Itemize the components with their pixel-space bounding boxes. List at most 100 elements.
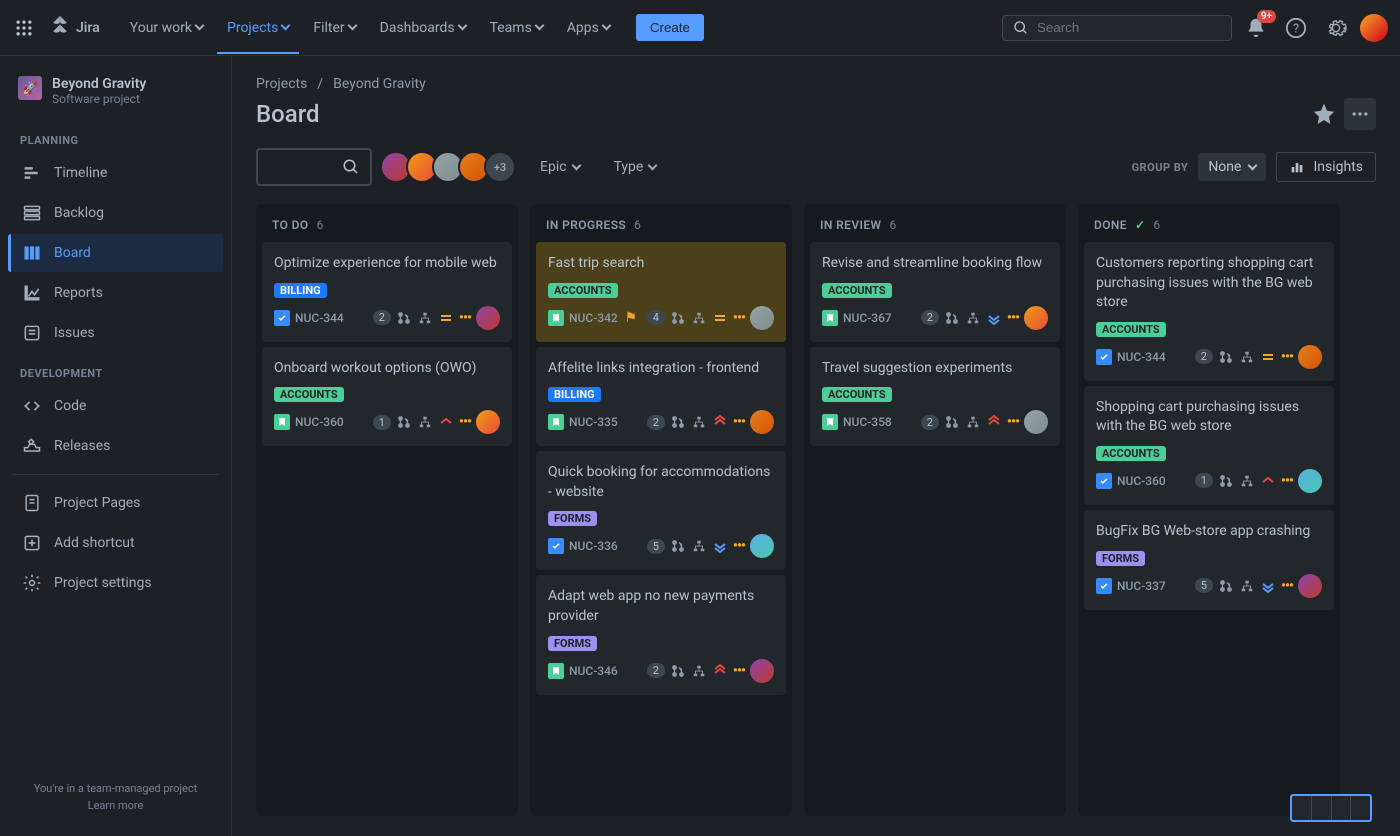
assignee-avatar[interactable] (1024, 306, 1048, 330)
issue-type-icon (1096, 578, 1112, 594)
more-icon[interactable] (1344, 98, 1376, 130)
column-title: IN REVIEW (820, 218, 881, 232)
assignee-avatar[interactable] (750, 410, 774, 434)
breadcrumb-projects[interactable]: Projects (256, 76, 307, 92)
issue-card[interactable]: Shopping cart purchasing issues with the… (1084, 386, 1334, 505)
sidebar: 🚀 Beyond Gravity Software project PLANNI… (0, 56, 232, 836)
priority-icon (1260, 473, 1276, 489)
help-icon[interactable]: ? (1280, 12, 1312, 44)
chevron-down-icon (195, 21, 205, 31)
notifications-icon[interactable]: 9+ (1240, 12, 1272, 44)
card-title: Fast trip search (548, 254, 774, 274)
project-header[interactable]: 🚀 Beyond Gravity Software project (8, 70, 223, 120)
card-title: Adapt web app no new payments provider (548, 587, 774, 626)
issue-card[interactable]: BugFix BG Web-store app crashingFORMSNUC… (1084, 510, 1334, 610)
settings-icon[interactable] (1320, 12, 1352, 44)
assignee-avatar[interactable] (750, 306, 774, 330)
issue-card[interactable]: Affelite links integration - frontendBIL… (536, 347, 786, 447)
assignee-avatar[interactable] (750, 659, 774, 683)
sidebar-item-project-pages[interactable]: Project Pages (8, 484, 223, 522)
sidebar-item-timeline[interactable]: Timeline (8, 154, 223, 192)
issue-card[interactable]: Adapt web app no new payments providerFO… (536, 575, 786, 694)
card-title: Revise and streamline booking flow (822, 254, 1048, 274)
column-count: 6 (634, 218, 641, 232)
sidebar-item-board[interactable]: Board (8, 234, 223, 272)
sidebar-item-project-settings[interactable]: Project settings (8, 564, 223, 602)
issue-card[interactable]: Onboard workout options (OWO)ACCOUNTSNUC… (262, 347, 512, 447)
issue-type-icon (822, 414, 838, 430)
assignee-avatar[interactable] (1298, 345, 1322, 369)
story-points: 2 (1195, 349, 1213, 364)
epic-tag: BILLING (274, 283, 327, 298)
sidebar-item-add-shortcut[interactable]: Add shortcut (8, 524, 223, 562)
board-avatars[interactable]: +3 (386, 151, 516, 183)
epic-tag: FORMS (1096, 551, 1145, 566)
issue-key: NUC-335 (569, 415, 618, 429)
sidebar-item-backlog[interactable]: Backlog (8, 194, 223, 232)
search-input[interactable] (1037, 20, 1221, 35)
assignee-avatar[interactable] (1024, 410, 1048, 434)
nav-apps[interactable]: Apps (557, 14, 620, 42)
notif-badge: 9+ (1257, 10, 1276, 23)
global-search[interactable] (1002, 15, 1232, 41)
issue-type-icon (1096, 473, 1112, 489)
groupby-select[interactable]: None (1198, 153, 1266, 181)
jira-logo[interactable]: Jira (48, 16, 100, 40)
sidebar-item-code[interactable]: Code (8, 387, 223, 425)
assignee-avatar[interactable] (476, 410, 500, 434)
priority-icon (712, 310, 728, 326)
issue-card[interactable]: Optimize experience for mobile webBILLIN… (262, 242, 512, 342)
issue-card[interactable]: Fast trip searchACCOUNTSNUC-342⚑4••• (536, 242, 786, 342)
nav-items: Your work Projects Filter Dashboards Tea… (120, 14, 620, 42)
issue-key: NUC-336 (569, 539, 618, 553)
assignee-avatar[interactable] (1298, 469, 1322, 493)
dots-icon: ••• (733, 538, 745, 554)
issue-card[interactable]: Quick booking for accommodations - websi… (536, 451, 786, 570)
issue-card[interactable]: Travel suggestion experimentsACCOUNTSNUC… (810, 347, 1060, 447)
column-count: 6 (889, 218, 896, 232)
check-icon: ✓ (1135, 218, 1145, 232)
column-in-review: IN REVIEW 6 Revise and streamline booking… (804, 204, 1066, 816)
star-icon[interactable] (1308, 98, 1340, 130)
chevron-down-icon (648, 160, 658, 170)
type-filter[interactable]: Type (604, 153, 667, 181)
priority-icon (1260, 349, 1276, 365)
board-search[interactable] (256, 148, 372, 186)
create-button[interactable]: Create (636, 14, 704, 41)
profile-avatar[interactable] (1360, 14, 1388, 42)
nav-teams[interactable]: Teams (480, 14, 553, 42)
chevron-down-icon (1248, 160, 1258, 170)
assignee-avatar[interactable] (476, 306, 500, 330)
app-switcher-icon[interactable] (12, 16, 36, 40)
svg-text:?: ? (1293, 21, 1299, 36)
board-minimap[interactable] (1290, 794, 1372, 822)
column-count: 6 (1153, 218, 1160, 232)
epic-tag: ACCOUNTS (1096, 322, 1166, 337)
footer-learn-more[interactable]: Learn more (18, 799, 213, 812)
pull-request-icon (670, 538, 686, 554)
sidebar-item-issues[interactable]: Issues (8, 314, 223, 352)
pull-request-icon (944, 414, 960, 430)
epic-filter[interactable]: Epic (530, 153, 590, 181)
issue-card[interactable]: Revise and streamline booking flowACCOUN… (810, 242, 1060, 342)
assignee-avatar[interactable] (1298, 574, 1322, 598)
sidebar-item-reports[interactable]: Reports (8, 274, 223, 312)
nav-filter[interactable]: Filter (303, 14, 365, 42)
sidebar-item-releases[interactable]: Releases (8, 427, 223, 465)
assignee-avatar[interactable] (750, 534, 774, 558)
chevron-down-icon (571, 160, 581, 170)
pull-request-icon (944, 310, 960, 326)
nav-dashboards[interactable]: Dashboards (370, 14, 476, 42)
issue-card[interactable]: Customers reporting shopping cart purcha… (1084, 242, 1334, 381)
nav-projects[interactable]: Projects (217, 14, 299, 42)
main-content: Projects / Beyond Gravity Board (232, 56, 1400, 836)
insights-button[interactable]: Insights (1276, 152, 1376, 182)
breadcrumb: Projects / Beyond Gravity (256, 76, 1376, 92)
epic-tag: ACCOUNTS (274, 387, 344, 402)
breadcrumb-project-name[interactable]: Beyond Gravity (333, 76, 426, 92)
priority-icon (986, 414, 1002, 430)
footer-text-1: You're in a team-managed project (18, 782, 213, 795)
nav-your-work[interactable]: Your work (120, 14, 213, 42)
story-points: 2 (647, 663, 665, 678)
avatar-more[interactable]: +3 (484, 151, 516, 183)
